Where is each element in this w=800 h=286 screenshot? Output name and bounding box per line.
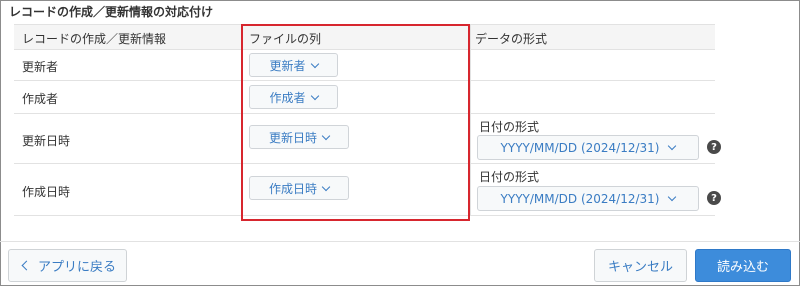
date-format-select-updated[interactable]: YYYY/MM/DD (2024/12/31)	[477, 135, 699, 160]
help-icon[interactable]: ?	[707, 191, 721, 205]
date-format-value: YYYY/MM/DD (2024/12/31)	[500, 191, 660, 206]
column-divider	[241, 24, 242, 216]
chevron-down-icon	[668, 192, 677, 202]
back-to-app-label: アプリに戻る	[37, 260, 116, 275]
date-format-label: 日付の形式	[479, 120, 540, 134]
help-icon[interactable]: ?	[707, 140, 721, 154]
column-select-value: 作成者	[269, 90, 306, 105]
row-label-updater: 更新者	[22, 60, 59, 74]
row-label-creator: 作成者	[22, 92, 59, 106]
column-select-updater[interactable]: 更新者	[249, 53, 338, 77]
chevron-down-icon	[310, 59, 319, 68]
column-select-value: 更新日時	[268, 130, 317, 145]
header-record-info: レコードの作成／更新情報	[22, 32, 167, 46]
header-file-column: ファイルの列	[249, 32, 322, 46]
header-data-format: データの形式	[475, 32, 548, 46]
section-title: レコードの作成／更新情報の対応付け	[9, 5, 214, 19]
column-divider	[470, 24, 471, 216]
table-row: 作成者 作成者	[14, 81, 715, 114]
column-select-updated-datetime[interactable]: 更新日時	[249, 125, 349, 149]
back-to-app-button[interactable]: アプリに戻る	[8, 249, 127, 282]
cancel-button[interactable]: キャンセル	[594, 249, 687, 282]
chevron-down-icon	[321, 182, 331, 191]
table-row: 更新日時 更新日時 日付の形式 YYYY/MM/DD (2024/12/31) …	[14, 114, 721, 164]
chevron-left-icon	[21, 260, 32, 271]
column-select-value: 更新者	[269, 58, 306, 73]
row-label-created-datetime: 作成日時	[22, 185, 71, 199]
import-button[interactable]: 読み込む	[695, 249, 791, 282]
date-format-value: YYYY/MM/DD (2024/12/31)	[500, 140, 660, 155]
chevron-down-icon	[321, 131, 331, 140]
column-select-created-datetime[interactable]: 作成日時	[249, 176, 349, 200]
footer-divider	[0, 241, 800, 242]
mapping-table: レコードの作成／更新情報 ファイルの列 データの形式 更新者 更新者 作成者 作…	[14, 24, 721, 216]
table-row: 作成日時 作成日時 日付の形式 YYYY/MM/DD (2024/12/31) …	[14, 164, 721, 216]
table-row: 更新者 更新者	[14, 50, 715, 81]
chevron-down-icon	[310, 91, 319, 100]
date-format-select-created[interactable]: YYYY/MM/DD (2024/12/31)	[477, 186, 699, 211]
chevron-down-icon	[668, 141, 677, 151]
column-select-creator[interactable]: 作成者	[249, 85, 338, 109]
row-label-updated-datetime: 更新日時	[22, 134, 71, 148]
date-format-label: 日付の形式	[479, 170, 540, 184]
column-select-value: 作成日時	[268, 181, 317, 196]
table-header-row: レコードの作成／更新情報 ファイルの列 データの形式	[14, 25, 715, 50]
